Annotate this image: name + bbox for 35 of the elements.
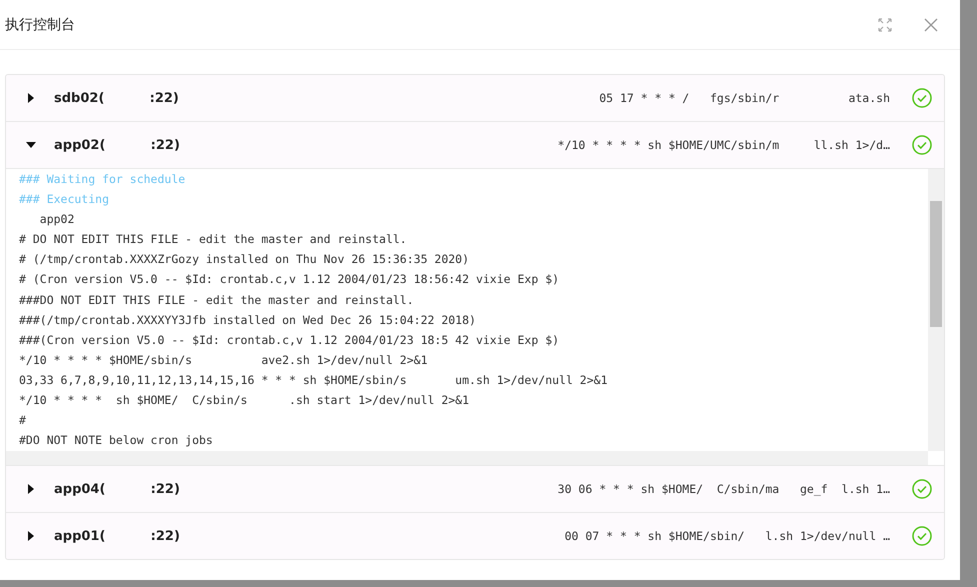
cron-command: 05 17 * * * / fgs/sbin/r ata.sh <box>599 91 890 105</box>
log-line: #DO NOT NOTE below cron jobs <box>19 432 214 450</box>
host-row[interactable]: app04( :22) 30 06 * * * sh $HOME/ C/sbin/ma ge_f l.sh 1… <box>6 466 944 513</box>
caret-icon <box>26 531 36 541</box>
close-button[interactable] <box>922 16 940 34</box>
host-row[interactable]: sdb02( :22) 05 17 * * * / fgs/sbin/r ata.sh <box>6 75 944 122</box>
cron-command: 00 07 * * * sh $HOME/sbin/ l.sh 1>/dev/null … <box>564 529 890 543</box>
host-name: app01( :22) <box>54 528 180 544</box>
log-line: ### Waiting for schedule <box>19 171 186 188</box>
host-name: app02( :22) <box>54 138 180 152</box>
log-line: */10 * * * * sh $HOME/ C/sbin/s .sh start 1>/dev/null 2>&1 <box>19 392 470 410</box>
log-line: # DO NOT EDIT THIS FILE - edit the master and reinstall. <box>19 231 408 248</box>
fullscreen-button[interactable] <box>876 16 894 34</box>
log-line: ###DO NOT EDIT THIS FILE - edit the master and reinstall. <box>19 292 415 309</box>
caret-icon <box>26 93 36 103</box>
log-line: app02 <box>38 211 76 228</box>
log-line: # (/tmp/crontab.XXXXZrGozy installed on Thu Nov 26 15:36:35 2020) <box>19 251 470 268</box>
log-line: ### Executing <box>19 191 110 208</box>
log-line: 03,33 6,7,8,9,10,11,12,13,14,15,16 * * * sh $HOME/sbin/s um.sh 1>/dev/null 2>&1 <box>19 372 609 389</box>
cron-command: */10 * * * * sh $HOME/UMC/sbin/m ll.sh 1>/d… <box>558 138 890 152</box>
host-name: app04( :22) <box>54 482 180 496</box>
host-name: sdb02( :22) <box>54 90 179 106</box>
caret-icon <box>26 484 36 494</box>
log-line: # (Cron version V5.0 -- $Id: crontab.c,v 1.12 2004/01/23 18:56:42 vixie Exp $) <box>19 271 560 288</box>
horizontal-scrollbar[interactable] <box>6 451 928 465</box>
caret-icon <box>26 140 36 150</box>
log-line: ###(/tmp/crontab.XXXXYY3Jfb installed on Wed Dec 26 15:04:22 2018) <box>19 312 477 329</box>
cron-command: 30 06 * * * sh $HOME/ C/sbin/ma ge_f l.sh 1… <box>558 482 890 496</box>
log-line: */10 * * * * $HOME/sbin/s ave2.sh 1>/dev/null 2>&1 <box>19 352 428 369</box>
dialog-title: 执行控制台 <box>5 16 75 34</box>
host-row[interactable]: app01( :22) 00 07 * * * sh $HOME/sbin/ l.sh 1>/dev/null … <box>6 513 944 559</box>
log-line: ###(Cron version V5.0 -- $Id: crontab.c,v 1.12 2004/01/23 18:5 42 vixie Exp $) <box>19 332 560 349</box>
log-line: # <box>19 412 27 430</box>
scrollbar-thumb[interactable] <box>930 201 942 327</box>
vertical-scrollbar[interactable] <box>928 169 944 451</box>
